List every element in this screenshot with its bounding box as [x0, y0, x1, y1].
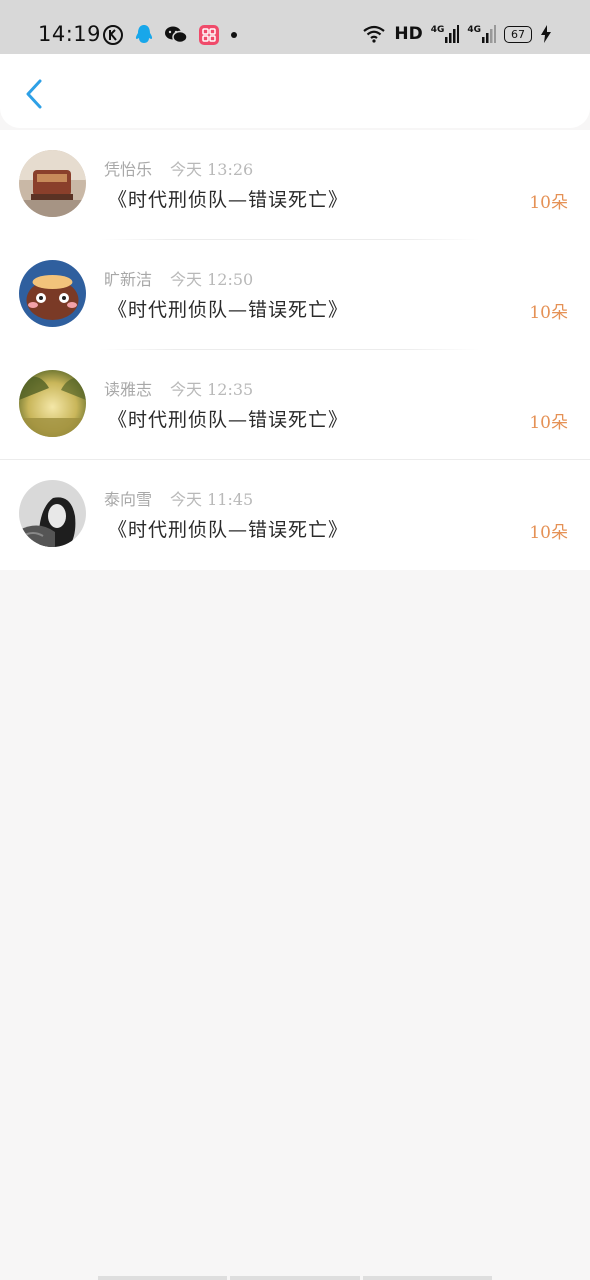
status-time: 14:19 [38, 22, 102, 46]
sender-line: 凭怡乐 今天 13:26 [104, 156, 253, 180]
list-item[interactable]: 旷新洁 今天 12:50 《时代刑侦队—错误死亡》 10朵 [0, 240, 590, 350]
list-item[interactable]: 泰向雪 今天 11:45 《时代刑侦队—错误死亡》 10朵 [0, 460, 590, 570]
notification-icons [102, 24, 238, 46]
gift-record-list: 凭怡乐 今天 13:26 《时代刑侦队—错误死亡》 10朵 旷新洁 今天 12:50… [0, 130, 590, 570]
k-app-icon [103, 25, 123, 45]
gesture-segment [362, 1276, 492, 1280]
signal-1: 4G [431, 25, 460, 43]
list-item[interactable]: 凭怡乐 今天 13:26 《时代刑侦队—错误死亡》 10朵 [0, 130, 590, 240]
wechat-icon [165, 26, 188, 44]
sender-line: 旷新洁 今天 12:50 [104, 266, 253, 290]
qq-icon [135, 25, 153, 43]
chevron-left-icon [26, 79, 42, 109]
sender-name: 读雅志 [104, 380, 153, 399]
sent-time: 今天 12:50 [170, 270, 254, 289]
work-title: 《时代刑侦队—错误死亡》 [108, 409, 349, 431]
sent-time: 今天 11:45 [170, 490, 254, 509]
avatar [19, 480, 86, 547]
sender-line: 泰向雪 今天 11:45 [104, 486, 253, 510]
work-title: 《时代刑侦队—错误死亡》 [108, 189, 349, 211]
flower-count: 10朵 [529, 193, 568, 213]
gesture-segment [98, 1276, 228, 1280]
system-icons: HD 4G 4G 67 [362, 24, 552, 44]
signal-bars-icon [445, 25, 460, 43]
avatar [19, 260, 86, 327]
sent-time: 今天 13:26 [170, 160, 254, 179]
work-title: 《时代刑侦队—错误死亡》 [108, 519, 349, 541]
top-nav-bar [0, 54, 590, 128]
video-app-icon [199, 25, 219, 45]
flower-count: 10朵 [529, 413, 568, 433]
list-item[interactable]: 读雅志 今天 12:35 《时代刑侦队—错误死亡》 10朵 [0, 350, 590, 460]
more-dot-icon [231, 32, 237, 38]
signal-bars-icon [482, 25, 496, 43]
battery-indicator: 67 [504, 25, 532, 43]
sender-name: 旷新洁 [104, 270, 153, 289]
avatar [19, 150, 86, 217]
sent-time: 今天 12:35 [170, 380, 254, 399]
sender-name: 泰向雪 [104, 490, 153, 509]
sender-name: 凭怡乐 [104, 160, 153, 179]
flower-count: 10朵 [529, 523, 568, 543]
wifi-icon [363, 25, 386, 43]
avatar [19, 370, 86, 437]
gesture-segment [230, 1276, 360, 1280]
charging-bolt-icon [541, 25, 551, 43]
hd-label: HD [394, 24, 423, 44]
gesture-bar [98, 1276, 492, 1280]
sender-line: 读雅志 今天 12:35 [104, 376, 253, 400]
back-button[interactable] [14, 72, 54, 116]
work-title: 《时代刑侦队—错误死亡》 [108, 299, 349, 321]
signal-2: 4G [467, 25, 496, 43]
flower-count: 10朵 [529, 303, 568, 323]
